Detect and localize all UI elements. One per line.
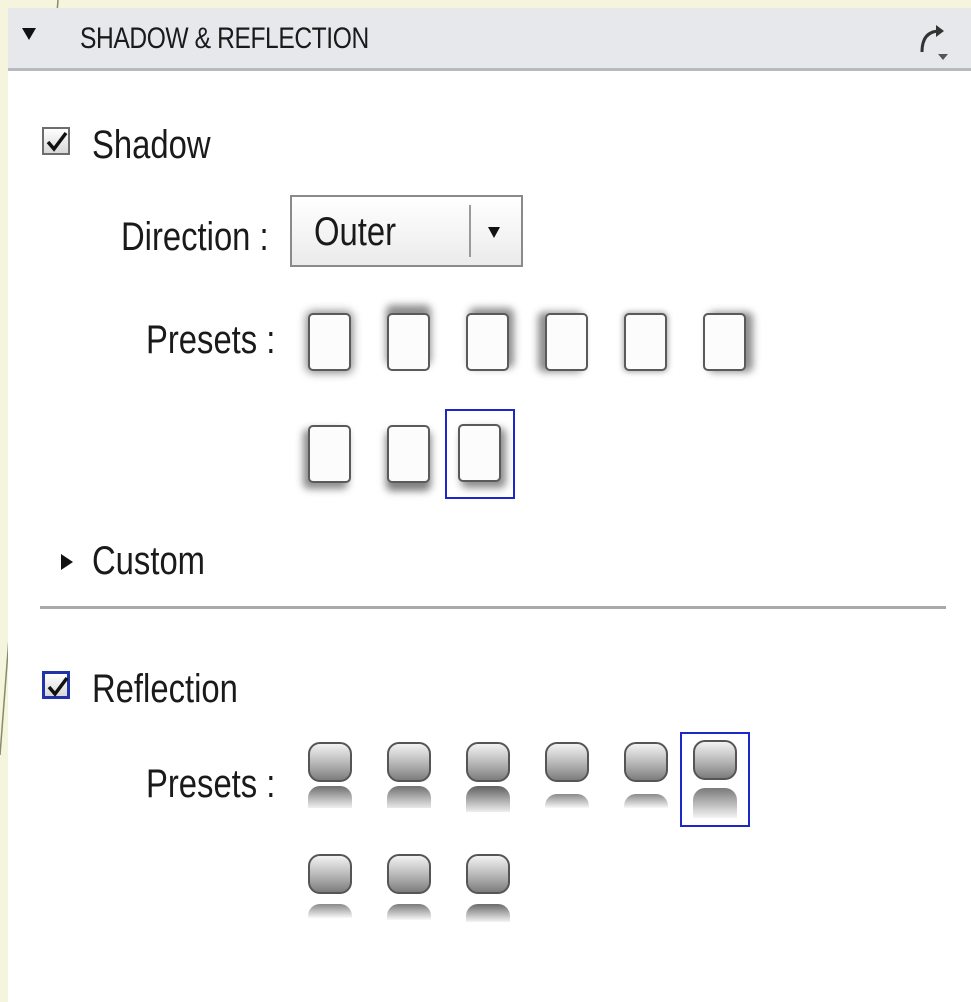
triangle-right-icon[interactable] [61, 554, 73, 570]
shadow-preset-4[interactable] [532, 298, 602, 388]
reflection-preset-4[interactable] [532, 736, 602, 831]
section-divider [40, 606, 946, 609]
reflection-checkbox[interactable] [42, 671, 70, 699]
custom-toggle[interactable]: Custom [92, 541, 205, 581]
shadow-reflection-panel: SHADOW & REFLECTION Shadow Direction : O… [8, 8, 971, 1002]
reflection-preset-2[interactable] [374, 736, 444, 831]
shadow-preset-1[interactable] [295, 298, 365, 388]
reset-arrow-icon[interactable] [916, 22, 950, 62]
reflection-preset-6[interactable] [680, 732, 750, 827]
chevron-down-icon[interactable] [488, 227, 500, 238]
checkmark-icon [46, 131, 68, 152]
shadow-preset-8[interactable] [374, 410, 444, 500]
reflection-preset-1[interactable] [295, 736, 365, 831]
shadow-presets-label: Presets : [146, 318, 276, 362]
shadow-preset-2[interactable] [374, 298, 444, 388]
reflection-preset-7[interactable] [295, 848, 365, 943]
shadow-preset-5[interactable] [611, 298, 681, 388]
shadow-checkbox[interactable] [42, 127, 70, 155]
shadow-label: Shadow [92, 123, 211, 167]
reflection-label: Reflection [92, 667, 238, 711]
section-header[interactable]: SHADOW & REFLECTION [8, 8, 971, 71]
direction-label: Direction : [121, 215, 269, 259]
direction-value: Outer [314, 210, 397, 254]
reflection-preset-3[interactable] [453, 736, 523, 831]
direction-dropdown[interactable]: Outer [290, 195, 523, 267]
checkmark-icon [47, 676, 69, 697]
reflection-presets-label: Presets : [146, 762, 276, 806]
reflection-preset-5[interactable] [611, 736, 681, 831]
reflection-preset-8[interactable] [374, 848, 444, 943]
dropdown-separator [469, 205, 471, 257]
shadow-preset-6[interactable] [690, 298, 760, 388]
section-title: SHADOW & REFLECTION [80, 22, 369, 55]
shadow-preset-9[interactable] [445, 409, 515, 499]
reflection-preset-9[interactable] [453, 848, 523, 943]
triangle-down-icon[interactable] [22, 28, 36, 40]
shadow-preset-3[interactable] [453, 298, 523, 388]
shadow-preset-7[interactable] [295, 410, 365, 500]
